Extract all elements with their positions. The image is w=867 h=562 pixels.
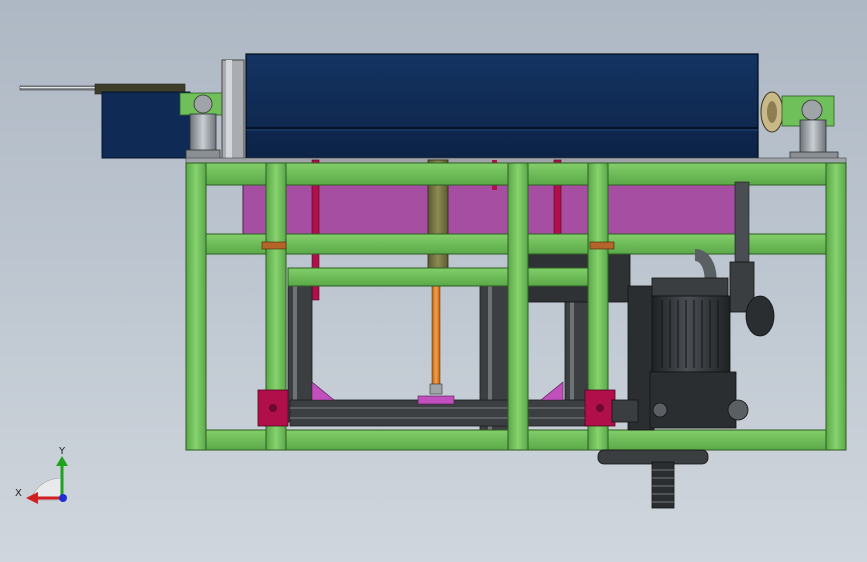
cad-viewport[interactable]: Y X <box>0 0 867 562</box>
lift-screw <box>416 267 456 395</box>
main-hood <box>245 53 759 163</box>
orientation-triad[interactable]: Y X <box>15 446 68 504</box>
hood-end-plate <box>221 59 245 161</box>
assembly-model[interactable]: Y X <box>0 0 867 562</box>
y-axis-label: Y <box>58 446 66 457</box>
left-control-box <box>101 91 191 159</box>
z-axis-dot <box>59 494 67 502</box>
right-drive-pulley <box>760 91 839 162</box>
x-axis-label: X <box>15 488 22 499</box>
drain-pipe <box>597 449 709 509</box>
